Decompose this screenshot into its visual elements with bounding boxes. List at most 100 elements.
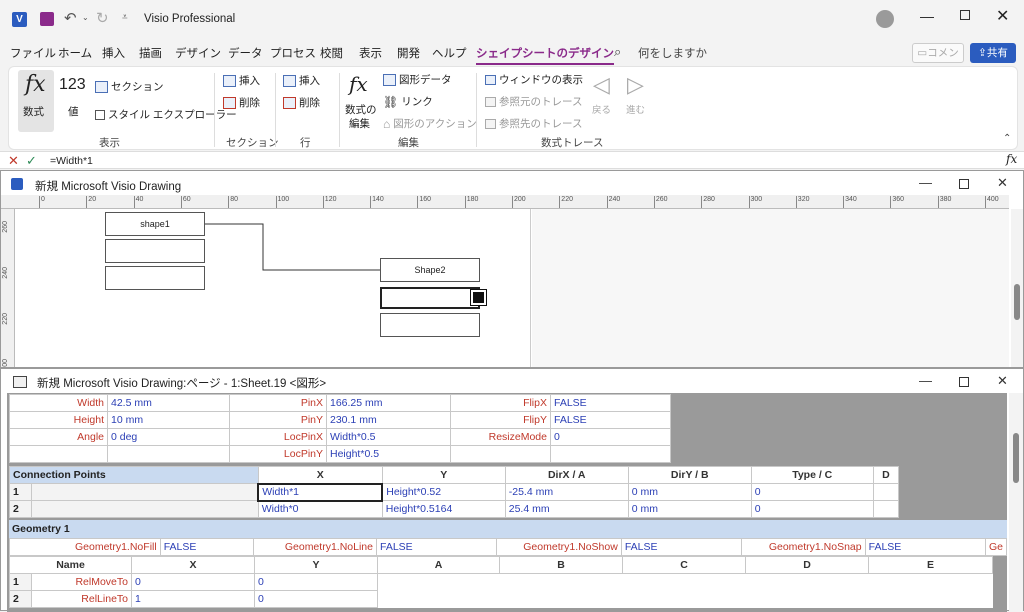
cell-value[interactable]: 42.5 mm [107,394,230,412]
cell-value[interactable] [550,445,671,463]
section-insert-button[interactable]: 挿入 [223,73,260,88]
tab-view[interactable]: 表示 [359,45,382,61]
section-header-geometry[interactable]: Geometry 1 [9,520,1007,538]
formula-input[interactable]: =Width*1 [50,155,93,167]
comment-button[interactable]: ▭コメント [912,43,964,77]
share-button[interactable]: ⇪共有 [970,43,1016,63]
scrollbar-thumb[interactable] [1014,284,1020,320]
undo-icon[interactable]: ↶ [64,9,77,27]
check-icon[interactable]: ✓ [26,153,37,169]
cell-label [9,445,108,463]
tab-developer[interactable]: 開発 [397,45,420,61]
scrollbar-thumb[interactable] [1013,433,1019,483]
tab-review[interactable]: 校閲 [320,45,343,61]
close-icon[interactable]: ✕ [996,6,1009,26]
group-label-trace: 数式トレース [541,137,604,149]
cell-diry[interactable]: 0 mm [627,500,752,518]
cell-diry[interactable]: 0 mm [627,483,752,501]
section-button[interactable]: セクション [95,79,164,94]
cell-type[interactable]: 0 [750,483,874,501]
table-row: Width 42.5 mm PinX 166.25 mm FlipX FALSE [9,394,671,412]
cell-value[interactable]: FALSE [620,538,743,556]
edit-formula-button[interactable]: fx 数式の 編集 [345,70,379,132]
cell-value[interactable]: Height*0.5 [326,445,451,463]
table-row: Height 10 mm PinY 230.1 mm FlipY FALSE [9,411,671,429]
watch-window-button[interactable]: ウィンドウの表示 [485,72,583,87]
back-button[interactable]: ◁ 戻る [589,72,615,122]
maximize-icon[interactable] [960,10,970,20]
cell-value[interactable]: Width*0.5 [326,428,451,446]
cancel-icon[interactable]: ✕ [8,153,19,169]
cell-value[interactable]: 166.25 mm [326,394,451,412]
cell-dirx[interactable]: -25.4 mm [504,483,629,501]
cell-value[interactable]: FALSE [864,538,986,556]
tab-file[interactable]: ファイル [10,45,56,61]
section-delete-button[interactable]: 削除 [223,95,260,110]
value-button[interactable]: 123 値 [59,70,89,132]
tab-process[interactable]: プロセス [270,45,316,61]
cell-value[interactable]: 10 mm [107,411,230,429]
collapse-ribbon-icon[interactable]: ⌃ [1003,133,1011,144]
row-insert-button[interactable]: 挿入 [283,73,320,88]
chevron-down-icon[interactable]: ⌄ [82,13,89,22]
table-row: 1 RelMoveTo 0 0 [9,573,993,591]
shape-data-button[interactable]: 図形データ [383,72,452,87]
avatar[interactable] [876,10,894,28]
redo-icon[interactable]: ↻ [96,9,109,27]
cell-value[interactable]: 0 [550,428,671,446]
connector-line[interactable] [1,171,1011,369]
cell-d[interactable] [872,483,900,501]
save-icon[interactable] [40,12,54,26]
cell-value[interactable] [107,445,230,463]
cell-x[interactable]: Width*0 [257,500,383,518]
cell-value[interactable]: 230.1 mm [326,411,451,429]
customize-toolbar-icon[interactable]: ⩡ [122,12,128,23]
minimize-icon[interactable]: — [920,8,934,24]
cell-x[interactable]: 0 [131,573,255,591]
cell-y[interactable]: 0 [254,573,378,591]
cell-y[interactable]: Height*0.5164 [381,500,506,518]
close-icon[interactable]: ✕ [997,373,1008,389]
cell-y[interactable]: 0 [254,590,378,608]
cell-y[interactable]: Height*0.52 [381,483,506,501]
formula-button[interactable]: fx 数式 [18,70,54,132]
trace-precedents-button[interactable]: 参照元のトレース [485,94,582,109]
row-number[interactable]: 2 [9,500,32,518]
cell-value[interactable]: FALSE [159,538,254,556]
tab-insert[interactable]: 挿入 [102,45,125,61]
vertical-scrollbar[interactable] [1009,393,1023,612]
section-header-connection-points[interactable]: Connection Points [9,466,259,484]
search-input[interactable]: 何をしますか [638,45,707,61]
cell-x[interactable]: 1 [131,590,255,608]
row-number[interactable]: 2 [9,590,32,608]
cell-value[interactable]: 0 deg [107,428,230,446]
vertical-scrollbar[interactable] [1011,209,1023,367]
tab-help[interactable]: ヘルプ [432,45,467,61]
trace-dependents-button[interactable]: 参照先のトレース [485,116,582,131]
tab-home[interactable]: ホーム [58,45,92,61]
tab-draw[interactable]: 描画 [139,45,162,61]
fx-icon[interactable]: fx [1006,152,1017,166]
ribbon: fx 数式 123 値 セクション スタイル エクスプローラー 表示 挿入 削除… [8,66,1018,150]
row-number[interactable]: 1 [9,573,32,591]
insert-row-icon [283,74,296,87]
cell-type[interactable]: 0 [750,500,874,518]
title-bar: V ↶ ⌄ ↻ ⩡ Visio Professional — ✕ [0,0,1024,40]
cell-value[interactable]: FALSE [550,394,671,412]
tab-data[interactable]: データ [228,45,263,61]
shape-action-button[interactable]: ⌂ 図形のアクション [383,116,477,131]
cell-d[interactable] [872,500,900,518]
row-delete-button[interactable]: 削除 [283,95,320,110]
minimize-icon[interactable]: — [919,373,932,388]
forward-button[interactable]: ▷ 進む [623,72,649,122]
tab-shapesheet-design[interactable]: シェイプシートのデザイン [476,45,614,65]
row-number[interactable]: 1 [9,483,32,501]
tab-design[interactable]: デザイン [175,45,221,61]
link-button[interactable]: ⛓ リンク [383,94,433,109]
cell-dirx[interactable]: 25.4 mm [504,500,629,518]
maximize-icon[interactable] [959,377,969,387]
style-explorer-checkbox[interactable]: スタイル エクスプローラー [95,107,237,122]
cell-value[interactable]: FALSE [375,538,498,556]
cell-value[interactable]: FALSE [550,411,671,429]
cell-x-selected[interactable]: Width*1 [257,482,384,502]
